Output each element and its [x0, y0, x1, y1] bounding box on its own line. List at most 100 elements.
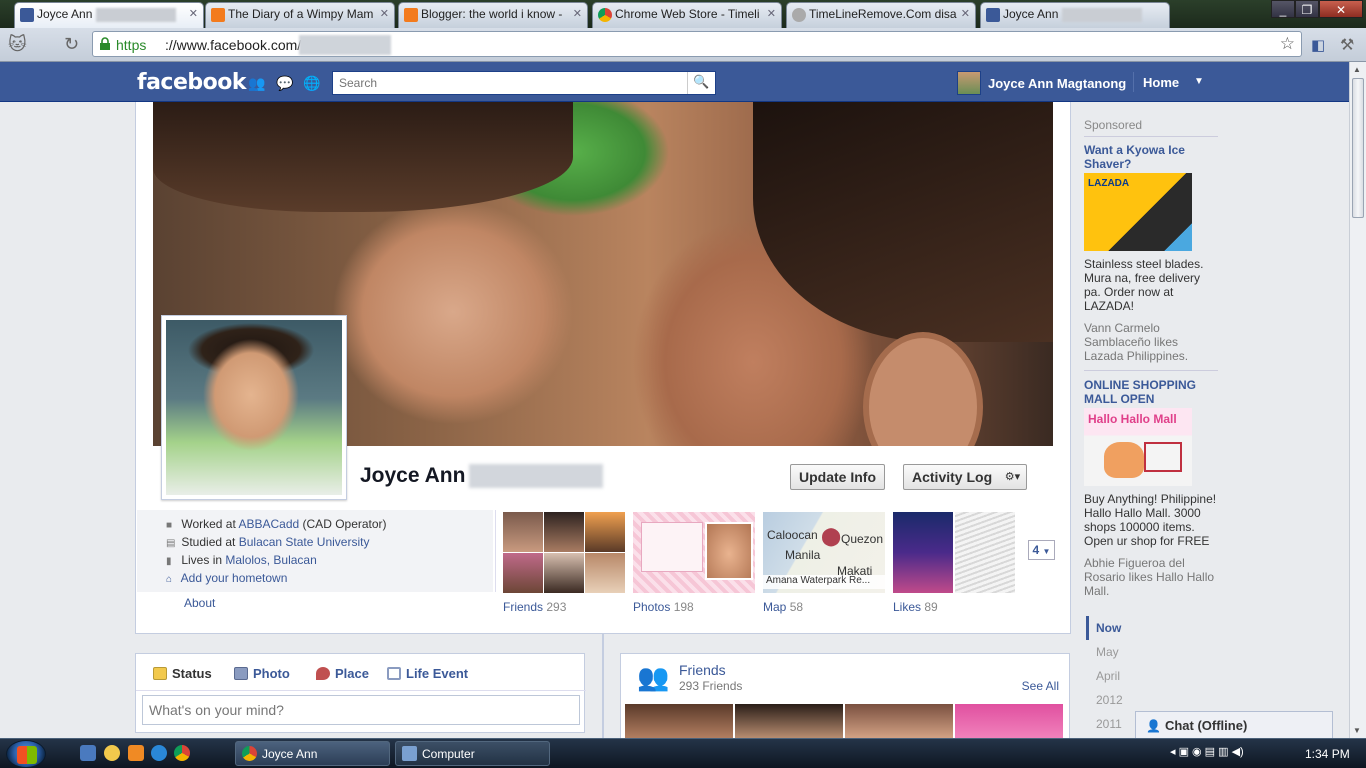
header-profile-link[interactable]: Joyce Ann Magtanong [957, 70, 1126, 96]
home-link[interactable]: Home [1143, 75, 1179, 90]
year-2012[interactable]: 2012 [1086, 688, 1123, 712]
tab-joyce-ann-2[interactable]: Joyce Ann [980, 2, 1170, 28]
see-all-link[interactable]: See All [1022, 679, 1059, 693]
tab-photo[interactable]: Photo [234, 666, 290, 681]
likes-thumbnail[interactable] [893, 512, 1015, 593]
employer-link[interactable]: ABBACadd [238, 517, 299, 531]
taskbar-button-computer[interactable]: Computer [395, 741, 550, 766]
cover-photo-region [153, 102, 573, 212]
tab-diary[interactable]: The Diary of a Wimpy Mam ✕ [205, 2, 395, 28]
close-tab-icon[interactable]: ✕ [189, 7, 198, 20]
activity-log-label: Activity Log [912, 469, 993, 485]
gear-icon[interactable]: ⚙▾ [1005, 470, 1020, 483]
ad-title[interactable]: ONLINE SHOPPING MALL OPEN [1084, 378, 1218, 406]
scroll-down-icon[interactable]: ▼ [1353, 726, 1361, 735]
friends-label[interactable]: Friends 293 [503, 600, 566, 614]
bookmark-star-icon[interactable]: ☆ [1280, 34, 1295, 54]
lock-icon [100, 37, 110, 50]
scrollbar-thumb[interactable] [1352, 78, 1364, 218]
close-tab-icon[interactable]: ✕ [573, 7, 582, 20]
photos-link[interactable]: Photos [633, 600, 670, 614]
friends-thumbnail[interactable] [503, 512, 625, 593]
close-window-button[interactable]: ✕ [1319, 0, 1363, 18]
school-link[interactable]: Bulacan State University [239, 535, 370, 549]
add-hometown-link[interactable]: Add your hometown [181, 571, 288, 585]
ad-hallo-hallo[interactable]: ONLINE SHOPPING MALL OPEN Hallo Hallo Ma… [1084, 378, 1218, 598]
photos-thumbnail[interactable] [633, 512, 755, 593]
taskbar-button-chrome[interactable]: Joyce Ann [235, 741, 390, 766]
friend-requests-icon[interactable]: 👥 [248, 75, 265, 91]
close-tab-icon[interactable]: ✕ [961, 7, 970, 20]
year-2011[interactable]: 2011 [1086, 712, 1122, 736]
search-icon[interactable]: 🔍 [687, 72, 715, 94]
friends-link[interactable]: Friends [503, 600, 543, 614]
system-tray[interactable]: ◂ ▣ ◉ ▤ ▥ ◀) [1170, 745, 1244, 758]
minimize-button[interactable]: _ [1271, 0, 1295, 18]
clock[interactable]: 1:34 PM [1305, 747, 1350, 761]
page-scrollbar[interactable]: ▲ ▼ [1349, 62, 1366, 738]
tab-chrome-store[interactable]: Chrome Web Store - Timeli ✕ [592, 2, 782, 28]
chat-bar[interactable]: 👤 Chat (Offline) [1135, 711, 1333, 739]
update-info-button[interactable]: Update Info [790, 464, 885, 490]
year-may[interactable]: May [1086, 640, 1119, 664]
tab-title: Chrome Web Store - Timeli [615, 7, 760, 21]
profile-picture-image [166, 320, 342, 495]
ad-image[interactable]: LAZADA [1084, 173, 1192, 251]
ad-image[interactable]: Hallo Hallo Mall [1084, 408, 1192, 486]
close-tab-icon[interactable]: ✕ [767, 7, 776, 20]
year-april[interactable]: April [1086, 664, 1120, 688]
profile-picture[interactable] [161, 315, 347, 500]
place-pin-icon [316, 667, 330, 680]
search-input[interactable] [333, 72, 683, 94]
tab-life-event[interactable]: Life Event [387, 666, 468, 681]
address-bar[interactable]: https ://www.facebook.com/ ☆ [92, 31, 1302, 57]
notifications-globe-icon[interactable]: 🌐 [303, 75, 320, 91]
tab-status[interactable]: Status [153, 666, 212, 681]
tab-joyce-ann[interactable]: Joyce Ann ✕ [14, 2, 204, 28]
map-label-row[interactable]: Map 58 [763, 600, 803, 614]
sponsored-heading: Sponsored [1084, 118, 1218, 137]
scroll-up-icon[interactable]: ▲ [1353, 65, 1361, 74]
avatar [957, 71, 981, 95]
status-input[interactable]: What's on your mind? [142, 695, 580, 725]
ad-lazada[interactable]: Want a Kyowa Ice Shaver? LAZADA Stainles… [1084, 143, 1218, 363]
hometown-item: ⌂ Add your hometown [166, 570, 387, 588]
likes-label-row[interactable]: Likes 89 [893, 600, 938, 614]
likes-link[interactable]: Likes [893, 600, 921, 614]
education-item: ▤ Studied at Bulacan State University [166, 534, 387, 552]
map-link[interactable]: Map [763, 600, 786, 614]
facebook-logo[interactable]: facebook [137, 70, 247, 95]
work-suffix: (CAD Operator) [299, 517, 387, 531]
tab-timelineremove[interactable]: TimeLineRemove.Com disa ✕ [786, 2, 976, 28]
account-menu-caret-icon[interactable]: ▼ [1194, 76, 1204, 87]
close-tab-icon[interactable]: ✕ [380, 7, 389, 20]
activity-log-button[interactable]: Activity Log ⚙▾ [903, 464, 1028, 490]
friends-box-title[interactable]: Friends [679, 662, 726, 678]
chrome-icon[interactable] [174, 745, 190, 761]
photos-count: 198 [673, 600, 694, 614]
show-desktop-icon[interactable] [80, 745, 96, 761]
map-thumbnail[interactable]: Caloocan Quezon Manila Makati ⬤ Amana Wa… [763, 512, 885, 593]
year-now[interactable]: Now [1086, 616, 1121, 640]
ad-title[interactable]: Want a Kyowa Ice Shaver? [1084, 143, 1218, 171]
extension-icon[interactable]: ◧ [1311, 36, 1325, 54]
messages-icon[interactable]: 💬 [276, 75, 293, 91]
about-link[interactable]: About [184, 596, 215, 610]
work-prefix: Worked at [181, 517, 239, 531]
internet-explorer-icon[interactable] [151, 745, 167, 761]
wrench-icon[interactable]: ⚒ [1340, 35, 1354, 55]
more-sections-button[interactable]: 4 ▼ [1028, 540, 1055, 560]
messenger-icon[interactable] [104, 745, 120, 761]
sketch-image [955, 512, 1015, 593]
tab-blogger[interactable]: Blogger: the world i know - ✕ [398, 2, 588, 28]
reload-icon[interactable]: ↻ [64, 34, 79, 55]
photos-label[interactable]: Photos 198 [633, 600, 694, 614]
media-player-icon[interactable] [128, 745, 144, 761]
location-prefix: Lives in [181, 553, 226, 567]
maximize-button[interactable]: ❐ [1295, 0, 1319, 18]
back-button[interactable]: 🐱 [8, 34, 27, 55]
location-link[interactable]: Malolos, Bulacan [225, 553, 316, 567]
tab-place[interactable]: Place [316, 666, 369, 681]
start-button[interactable] [6, 740, 46, 768]
windows-taskbar: Joyce Ann Computer ◂ ▣ ◉ ▤ ▥ ◀) 1:34 PM [0, 738, 1366, 768]
